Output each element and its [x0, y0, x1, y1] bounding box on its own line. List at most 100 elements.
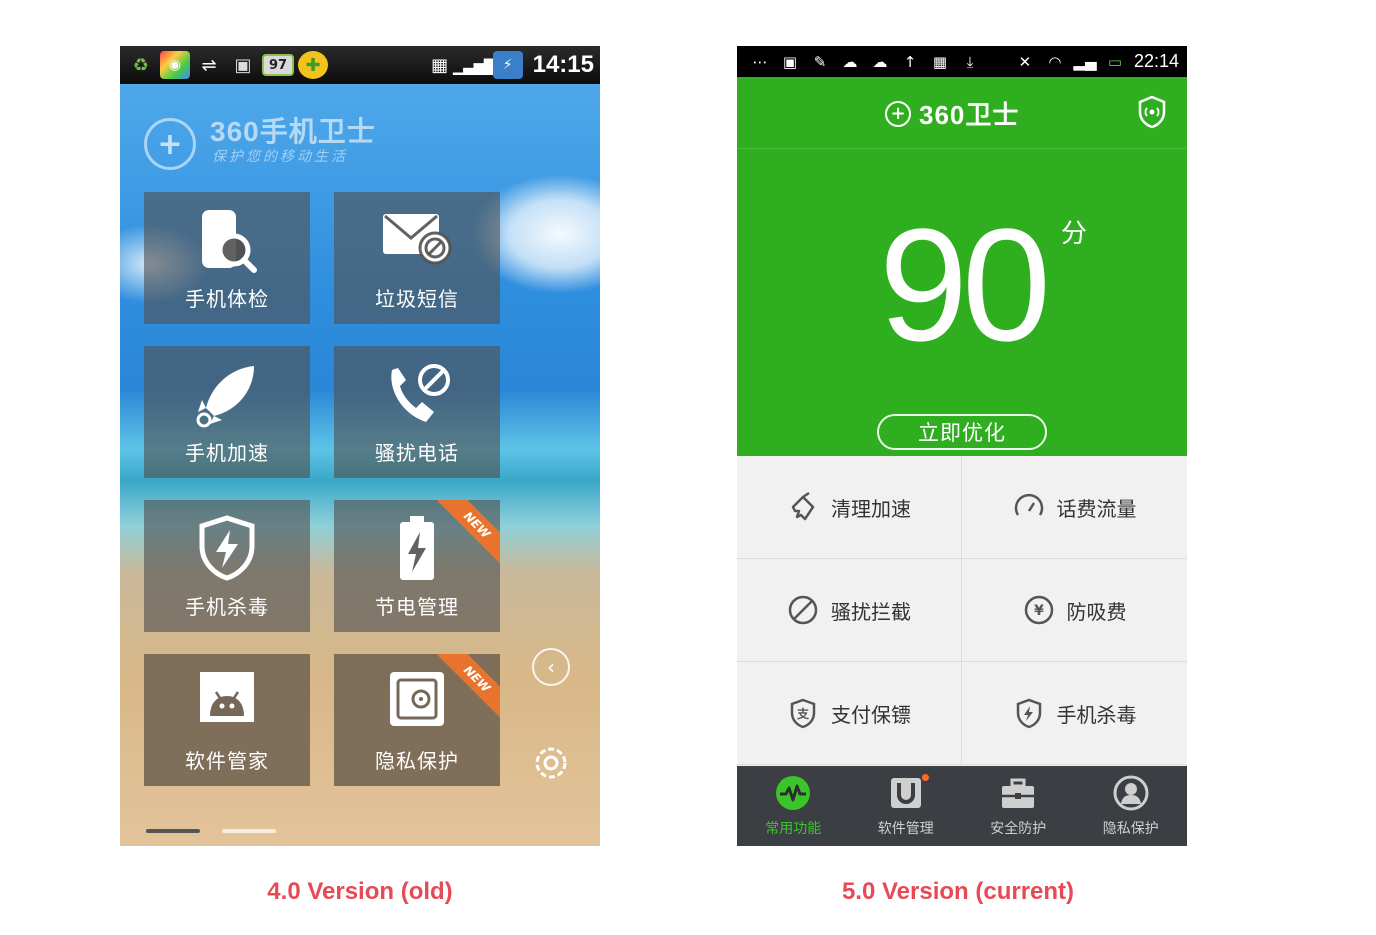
- new-version-caption: 5.0 Version (current): [841, 878, 1075, 905]
- magnet-icon: [887, 774, 929, 812]
- status-bar: ♻ ◉ ⇌ ▣ 97 ✚ ▦ ▁▃▅▇ ⚡ 14:15: [120, 46, 600, 84]
- phone-search-icon: [202, 210, 257, 273]
- old-version-phone: ♻ ◉ ⇌ ▣ 97 ✚ ▦ ▁▃▅▇ ⚡ 14:15 + 360手机卫士 保护…: [120, 46, 600, 846]
- broom-icon: [791, 491, 815, 521]
- wifi-icon: ◠: [1048, 52, 1062, 71]
- sync-icon: ⚡: [492, 51, 523, 79]
- block-icon: [788, 595, 818, 625]
- notification-dot: [921, 774, 929, 781]
- tile-label: 垃圾短信: [375, 287, 459, 311]
- rocket-icon: [196, 366, 254, 428]
- app-slogan: 保护您的移动生活: [212, 149, 348, 165]
- page-indicator-active: [146, 829, 200, 833]
- pin-icon: ✎: [813, 52, 827, 71]
- status-clock: 22:14: [1133, 51, 1179, 71]
- optimize-now-button[interactable]: 立即优化: [877, 414, 1047, 450]
- feature-label: 骚扰拦截: [831, 599, 911, 624]
- tab-software-management[interactable]: 软件管理: [850, 766, 963, 846]
- cloud-icon: ☁: [872, 52, 888, 71]
- feature-label: 支付保镖: [831, 702, 911, 727]
- feature-data-usage[interactable]: 话费流量: [962, 456, 1187, 559]
- cloud-icon: ☁: [842, 52, 858, 71]
- image-icon: ▣: [782, 52, 798, 71]
- feature-block-harassment[interactable]: 骚扰拦截: [737, 559, 962, 662]
- tile-label: 手机体检: [185, 287, 269, 311]
- bottom-tab-bar: 常用功能 软件管理 安全防护 隐私保护: [737, 766, 1187, 846]
- feature-payment-guard[interactable]: 支 支付保镖: [737, 662, 962, 765]
- old-version-caption: 4.0 Version (old): [267, 878, 453, 905]
- tile-spam-sms[interactable]: 垃圾短信: [334, 192, 500, 324]
- svg-text:¥: ¥: [1034, 603, 1044, 619]
- brand-name: 360卫士: [919, 100, 1020, 130]
- tile-privacy-protection[interactable]: NEW 隐私保护: [334, 654, 500, 786]
- feature-anti-fee[interactable]: ¥ 防吸费: [962, 559, 1187, 662]
- 360-plus-icon: +: [885, 100, 911, 127]
- 360-plus-icon: ✚: [298, 51, 328, 79]
- tile-harassment-calls[interactable]: 骚扰电话: [334, 346, 500, 478]
- score-panel: + 360卫士 90 分 立即优化: [737, 77, 1187, 456]
- app-header: + 360卫士: [737, 77, 1187, 149]
- tile-antivirus[interactable]: 手机杀毒: [144, 500, 310, 632]
- battery-level: 97: [262, 54, 294, 76]
- brand-logo: + 360卫士: [885, 95, 1019, 132]
- feature-label: 手机杀毒: [1056, 702, 1137, 727]
- yen-icon: ¥: [1024, 595, 1053, 625]
- person-icon: [1113, 775, 1149, 811]
- shield-status-icon[interactable]: [1137, 95, 1167, 129]
- android-icon: [200, 672, 254, 722]
- tile-software-manager[interactable]: 软件管家: [144, 654, 310, 786]
- signal-icon: ▂▄: [1073, 52, 1097, 71]
- mail-block-icon: [383, 214, 452, 265]
- feature-label: 清理加速: [831, 496, 911, 521]
- tab-privacy-protection[interactable]: 隐私保护: [1075, 766, 1188, 846]
- tile-label: 手机加速: [185, 441, 269, 465]
- android-debug-icon: ▣: [234, 54, 252, 76]
- settings-gear-icon[interactable]: [530, 742, 572, 784]
- collapse-arrow-button[interactable]: ‹: [532, 648, 570, 686]
- tab-label: 隐私保护: [1102, 821, 1159, 837]
- tile-power-saving[interactable]: NEW 节电管理: [334, 500, 500, 632]
- gauge-icon: [1014, 493, 1043, 516]
- more-icon: ⋯: [752, 52, 768, 71]
- tile-label: 软件管家: [185, 749, 269, 773]
- feature-antivirus[interactable]: 手机杀毒: [962, 662, 1187, 765]
- feature-clean-speedup[interactable]: 清理加速: [737, 456, 962, 559]
- usb-icon: ⇌: [201, 54, 217, 76]
- mute-icon: ✕: [1018, 52, 1032, 71]
- feature-grid: 清理加速 话费流量 骚扰拦截 ¥ 防吸费 支 支付保镖 手机杀毒: [737, 456, 1187, 766]
- feature-label: 防吸费: [1066, 599, 1127, 624]
- shield-bolt-icon: [199, 515, 255, 581]
- svg-text:支: 支: [796, 706, 810, 721]
- app-icon: ◉: [160, 51, 190, 79]
- home-screen: + 360手机卫士 保护您的移动生活 手机体检 垃圾短信 手机加速 骚扰电话 手…: [120, 84, 600, 846]
- status-bar: ⋯ ▣ ✎ ☁ ☁ ↑ ▦ ⤓ ✕ ◠ ▂▄ ▭ 22:14: [737, 46, 1187, 77]
- pulse-icon: [776, 776, 811, 810]
- score-unit: 分: [1061, 219, 1088, 249]
- page-indicator: [222, 829, 276, 833]
- tab-label: 常用功能: [765, 821, 822, 837]
- new-badge: NEW: [437, 500, 500, 565]
- tab-common-functions[interactable]: 常用功能: [737, 766, 850, 846]
- recycle-icon: ♻: [132, 54, 150, 76]
- comparison-stage: ♻ ◉ ⇌ ▣ 97 ✚ ▦ ▁▃▅▇ ⚡ 14:15 + 360手机卫士 保护…: [0, 0, 1376, 935]
- tab-label: 安全防护: [990, 821, 1047, 837]
- tile-phone-speedup[interactable]: 手机加速: [144, 346, 310, 478]
- security-score: 90: [879, 195, 1051, 374]
- app-title: 360手机卫士: [210, 116, 376, 147]
- battery-icon: ▭: [1107, 52, 1123, 71]
- bolt-shield-icon: [1016, 698, 1041, 729]
- tile-phone-checkup[interactable]: 手机体检: [144, 192, 310, 324]
- tab-label: 软件管理: [877, 821, 934, 837]
- feature-label: 话费流量: [1056, 496, 1137, 521]
- qr-icon: ▦: [932, 52, 948, 71]
- logo-plus-icon: +: [144, 118, 196, 170]
- signal-icon: ▁▃▅▇: [453, 55, 496, 75]
- tab-security-protection[interactable]: 安全防护: [962, 766, 1075, 846]
- battery-bolt-icon: [400, 516, 434, 580]
- tile-label: 隐私保护: [375, 749, 459, 773]
- upload-icon: ↑: [903, 52, 917, 71]
- phone-block-icon: [391, 364, 450, 422]
- status-clock: 14:15: [532, 51, 594, 78]
- sim-icon: ▦: [431, 54, 449, 76]
- pay-shield-icon: 支: [790, 698, 816, 729]
